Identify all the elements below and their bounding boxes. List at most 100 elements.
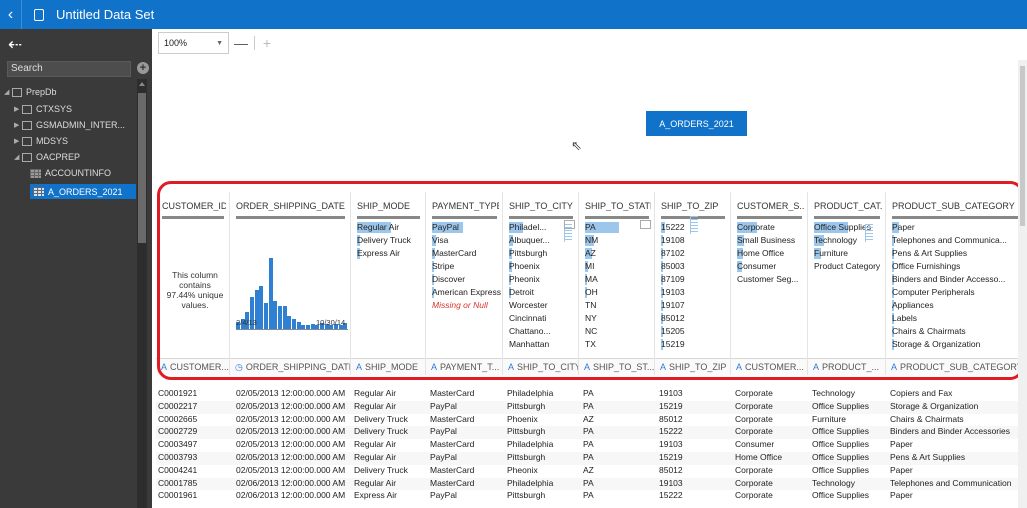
value-item[interactable]: Appliances [892,299,1007,312]
column-type-header[interactable]: A CUSTOMER... [156,358,229,375]
tree-item-a-orders-2021[interactable]: A_ORDERS_2021 [30,184,136,199]
value-item[interactable]: Chattano... [509,325,551,338]
value-item[interactable]: Corporate [737,221,798,234]
column-header[interactable]: SHIP_TO_CITY [509,201,575,211]
tree-item-mdsys[interactable]: ▶ MDSYS [14,136,68,146]
value-item[interactable]: Consumer [737,260,798,273]
histogram-bar[interactable] [282,306,287,330]
value-item[interactable]: AZ [585,247,598,260]
value-item[interactable]: Small Business [737,234,798,247]
value-item[interactable]: Phoenix [509,260,551,273]
collapsed-arrow-icon[interactable]: ▶ [14,121,22,129]
value-item[interactable]: Labels [892,312,1007,325]
histogram-bar[interactable] [259,285,264,330]
histogram-bar[interactable] [273,301,278,330]
value-item[interactable]: 85003 [661,260,685,273]
column-header[interactable]: PRODUCT_SUB_CATEGORY [892,201,1023,211]
value-item[interactable]: Product Category [814,260,880,273]
zoom-in-button[interactable]: + [260,34,274,52]
expanded-arrow-icon[interactable]: ◢ [14,153,22,161]
expanded-arrow-icon[interactable]: ◢ [4,88,12,96]
value-item[interactable]: Philadel... [509,221,551,234]
histogram-bar[interactable] [268,257,273,330]
value-item[interactable]: Manhattan [509,338,551,351]
value-item[interactable]: Furniture [814,247,880,260]
filter-box-icon[interactable] [564,220,575,229]
histogram-bar[interactable] [264,302,268,330]
table-node[interactable]: A_ORDERS_2021 [646,111,747,136]
column-header[interactable]: CUSTOMER_S... [737,201,804,211]
column-type-header[interactable]: ◷ ORDER_SHIPPING_DATE [230,358,350,375]
panel-scrollbar[interactable] [137,79,147,508]
column-header[interactable]: PAYMENT_TYPE [432,201,499,211]
value-item[interactable]: NC [585,325,598,338]
value-item[interactable]: Missing or Null [432,299,501,312]
value-item[interactable]: 15222 [661,221,685,234]
profile-column[interactable]: CUSTOMER_ID This column contains 97.44% u… [156,192,230,375]
value-item[interactable]: 85012 [661,312,685,325]
value-item[interactable]: 19107 [661,299,685,312]
tree-item-gsmadmin-inter-[interactable]: ▶ GSMADMIN_INTER... [14,120,125,130]
value-item[interactable]: OH [585,286,598,299]
value-item[interactable]: Paper [892,221,1007,234]
column-header[interactable]: CUSTOMER_ID [162,201,226,211]
value-item[interactable]: Albuquer... [509,234,551,247]
back-icon[interactable]: ‹ [0,0,22,29]
value-item[interactable]: 87102 [661,247,685,260]
value-item[interactable]: Visa [432,234,501,247]
profile-column[interactable]: PAYMENT_TYPE PayPal Visa MasterCard Stripe Di… [426,192,503,375]
value-item[interactable]: NM [585,234,598,247]
column-type-header[interactable]: A SHIP_TO_ZIP [655,358,730,375]
column-type-header[interactable]: A CUSTOMER... [731,358,807,375]
value-item[interactable]: Binders and Binder Accesso... [892,273,1007,286]
table-row[interactable]: C0002217 02/05/2013 12:00:00.000 AM Regula… [156,400,1027,414]
tree-item-ctxsys[interactable]: ▶ CTXSYS [14,104,72,114]
value-item[interactable]: PayPal [432,221,501,234]
tree-item-accountinfo[interactable]: ACCOUNTINFO [30,168,111,178]
value-item[interactable]: TN [585,299,598,312]
value-item[interactable]: Detroit [509,286,551,299]
value-item[interactable]: American Express [432,286,501,299]
table-row[interactable]: C0003793 02/05/2013 12:00:00.000 AM Regula… [156,452,1027,465]
table-row[interactable]: C0001785 02/06/2013 12:00:00.000 AM Regula… [156,477,1027,491]
profile-column[interactable]: PRODUCT_CAT... Office Supplies Technology F… [808,192,886,375]
column-type-header[interactable]: A SHIP_TO_CITY [503,358,578,375]
value-item[interactable]: MI [585,260,598,273]
value-item[interactable]: 19108 [661,234,685,247]
value-item[interactable]: 19103 [661,286,685,299]
filter-box-icon[interactable] [640,220,651,229]
profile-column[interactable]: CUSTOMER_S... Corporate Small Business Home… [731,192,808,375]
value-item[interactable]: 87109 [661,273,685,286]
value-item[interactable]: Pittsburgh [509,247,551,260]
value-item[interactable]: Computer Peripherals [892,286,1007,299]
column-header[interactable]: SHIP_MODE [357,201,422,211]
collapsed-arrow-icon[interactable]: ▶ [14,137,22,145]
value-item[interactable]: Chairs & Chairmats [892,325,1007,338]
value-item[interactable]: Office Furnishings [892,260,1007,273]
table-row[interactable]: C0004241 02/05/2013 12:00:00.000 AM Delive… [156,465,1027,478]
value-item[interactable]: Discover [432,273,501,286]
value-item[interactable]: TX [585,338,598,351]
table-row[interactable]: C0002729 02/05/2013 12:00:00.000 AM Delive… [156,426,1027,440]
value-item[interactable]: 15219 [661,338,685,351]
histogram-bar[interactable] [278,306,282,330]
value-item[interactable]: Express Air [357,247,411,260]
date-histogram[interactable] [236,240,348,330]
value-item[interactable]: 15205 [661,325,685,338]
profile-column[interactable]: SHIP_MODE Regular Air Delivery Truck Expres… [351,192,426,375]
main-scrollbar[interactable] [1018,60,1027,508]
tree-item-oacprep[interactable]: ◢ OACPREP [14,152,80,162]
table-row[interactable]: C0003497 02/05/2013 12:00:00.000 AM Regula… [156,439,1027,452]
value-item[interactable]: Pens & Art Supplies [892,247,1007,260]
column-header[interactable]: ORDER_SHIPPING_DATE [236,201,347,211]
table-row[interactable]: C0001921 02/05/2013 12:00:00.000 AM Regula… [156,388,1027,401]
collapse-panel-icon[interactable]: ⇠ [8,35,22,55]
zoom-out-button[interactable]: — [234,34,248,52]
value-item[interactable]: MasterCard [432,247,501,260]
value-item[interactable]: Regular Air [357,221,411,234]
value-item[interactable]: Home Office [737,247,798,260]
profile-column[interactable]: ORDER_SHIPPING_DATE 2/4/13 10/30/14 ◷ ORDER_… [230,192,351,375]
value-item[interactable]: Telephones and Communica... [892,234,1007,247]
value-item[interactable]: Pheonix [509,273,551,286]
value-item[interactable]: MA [585,273,598,286]
